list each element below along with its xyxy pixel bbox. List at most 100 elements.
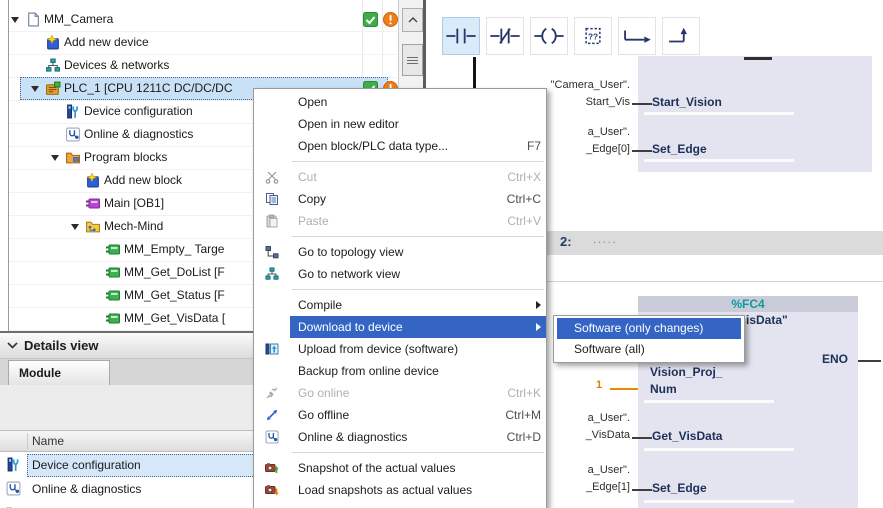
collapse-details-icon[interactable] [0,342,24,349]
menu-item-body: Snapshot of the actual values [290,457,546,479]
menu-item-go-online[interactable]: Go online Ctrl+K [254,382,546,404]
tab-module-label: Module [19,366,61,380]
lad-toolbar-contact-no-button[interactable] [442,17,480,55]
rung-wire [632,150,652,152]
ob-block-icon [85,196,101,211]
tree-item-mm-camera[interactable]: MM_Camera [9,8,398,32]
menu-item-download-to-device[interactable]: Download to device [254,316,546,338]
context-menu: Open Open in new editor Open block/PLC dat… [253,88,547,508]
tree-item-devices-networks[interactable]: Devices & networks [9,54,397,78]
menu-item-body: Online & diagnostics Ctrl+D [290,426,546,448]
menu-item-go-offline[interactable]: Go offline Ctrl+M [254,404,546,426]
lad-toolbar-coil-button[interactable] [530,17,568,55]
diagnostics-icon [65,127,81,142]
menu-item-label: Copy [298,192,327,206]
menu-item-open[interactable]: Open [254,91,546,113]
operand-field-strip [644,112,794,115]
rung-wire [632,103,652,105]
menu-item-cut[interactable]: Cut Ctrl+X [254,166,546,188]
eno-wire [858,360,881,362]
menu-item-snapshot-of-the-actual-values[interactable]: Snapshot of the actual values [254,457,546,479]
operand-field-strip [644,448,794,451]
contact-nc-icon [489,25,521,47]
param-vision-proj-line1[interactable]: Vision_Proj_ [650,365,722,379]
tree-item-label: Program blocks [84,150,168,164]
diagnostics-icon [254,430,290,444]
tree-item-label: PLC_1 [CPU 1211C DC/DC/DC [64,81,233,95]
svg-text:??: ?? [588,33,598,42]
contact-no-icon [445,25,477,47]
block-address: %FC4 [731,297,765,311]
tree-item-label: Add new device [64,35,149,49]
menu-item-body: Download to device [290,316,546,338]
diagnostics-icon [6,481,21,496]
menu-item-label: Open [298,95,328,109]
menu-item-upload-from-device-software[interactable]: Upload from device (software) [254,338,546,360]
menu-item-body: Go to topology view [290,241,546,263]
menu-item-compile[interactable]: Compile [254,294,546,316]
go-online-icon [254,386,290,400]
submenu-item-software-all[interactable]: Software (all) [557,339,741,360]
expander-icon[interactable] [51,155,59,161]
fb-block-icon [105,265,121,280]
expander-icon[interactable] [31,86,39,92]
scroll-up-button[interactable] [402,8,423,32]
menu-item-body: Open in new editor [290,113,546,135]
open-branch-icon [621,25,653,47]
column-header-name-label: Name [32,434,65,448]
menu-item-shortcut: Ctrl+K [507,386,541,400]
mech-folder-icon [85,219,101,234]
block-title-clipped [744,57,772,60]
menu-item-copy[interactable]: Copy Ctrl+C [254,188,546,210]
menu-item-label: Paste [298,214,329,228]
menu-item-paste[interactable]: Paste Ctrl+V [254,210,546,232]
details-view-title: Details view [24,338,99,353]
menu-item-label: Go to topology view [298,245,404,259]
menu-item-label: Load snapshots as actual values [298,483,473,497]
input-value[interactable]: 1 [596,379,602,391]
param-set-edge[interactable]: Set_Edge [652,142,707,156]
tree-item-label: MM_Get_Status [F [124,288,225,302]
lad-toolbar-contact-nc-button[interactable] [486,17,524,55]
fb-block-icon [105,288,121,303]
menu-item-online-diagnostics[interactable]: Online & diagnostics Ctrl+D [254,426,546,448]
scrollbar-thumb[interactable] [402,44,423,76]
menu-item-open-in-new-editor[interactable]: Open in new editor [254,113,546,135]
submenu-item-software-only-changes[interactable]: Software (only changes) [557,318,741,339]
menu-item-go-to-topology-view[interactable]: Go to topology view [254,241,546,263]
menu-item-label: Download to device [298,320,403,334]
device-config-icon [6,457,21,472]
menu-item-open-block-plc-data-type[interactable]: Open block/PLC data type... F7 [254,135,546,157]
tia-portal-window: MM_Camera Add new device Devices & network… [0,0,883,508]
expander-icon[interactable] [11,17,19,23]
tab-module[interactable]: Module [8,360,110,385]
menu-item-shortcut: Ctrl+X [507,170,541,184]
menu-item-shortcut: Ctrl+C [506,192,541,206]
menu-item-label: Go to network view [298,267,401,281]
topology-icon [254,245,290,259]
tree-item-label: Main [OB1] [104,196,165,210]
upload-icon [254,342,290,356]
menu-item-go-to-network-view[interactable]: Go to network view [254,263,546,285]
tree-item-add-new-device[interactable]: Add new device [9,31,397,55]
menu-item-label: Compile [298,298,343,312]
menu-item-backup-from-online-device[interactable]: Backup from online device [254,360,546,382]
lad-toolbar-open-branch-button[interactable] [618,17,656,55]
menu-item-body: Compile [290,294,546,316]
param-get-visdata[interactable]: Get_VisData [652,429,722,443]
expander-icon[interactable] [71,224,79,230]
network-icon [45,58,61,73]
menu-item-load-snapshots-as-actual-values[interactable]: Load snapshots as actual values [254,479,546,501]
menu-item-body: Load snapshots as actual values [290,479,546,501]
menu-item-body: Paste Ctrl+V [290,210,546,232]
menu-item-label: Cut [298,170,317,184]
lad-toolbar-close-branch-button[interactable] [662,17,700,55]
param-set-edge[interactable]: Set_Edge [652,481,707,495]
param-vision-proj-line2[interactable]: Num [650,382,677,396]
param-start-vision[interactable]: Start_Vision [652,95,722,109]
menu-item-body: Go offline Ctrl+M [290,404,546,426]
lad-toolbar-empty-box-button[interactable]: ?? [574,17,612,55]
menu-separator [254,285,546,294]
load-snapshot-icon [254,483,290,497]
submenu-arrow-icon [536,301,541,309]
